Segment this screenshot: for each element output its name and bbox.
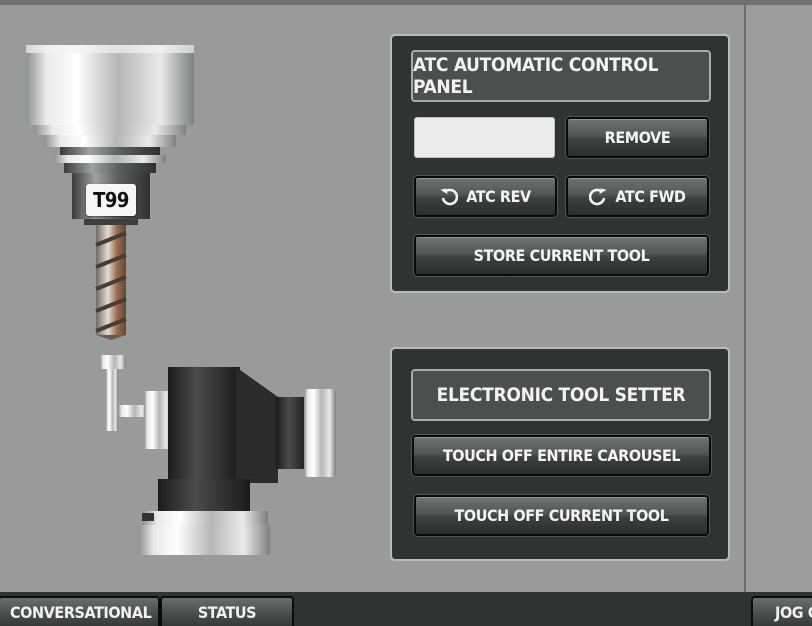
store-current-tool-button[interactable]: STORE CURRENT TOOL	[414, 235, 709, 276]
tab-conversational[interactable]: CONVERSATIONAL	[0, 596, 160, 626]
tab-jog-controls[interactable]: JOG CONTROLS	[751, 596, 812, 626]
rotate-ccw-icon	[440, 187, 459, 207]
atc-fwd-button[interactable]: ATC FWD	[566, 176, 709, 217]
tool-illustration: T99	[0, 5, 380, 592]
touch-off-current-label: TOUCH OFF CURRENT TOOL	[454, 506, 669, 525]
atc-rev-button[interactable]: ATC REV	[414, 176, 557, 217]
bottom-tab-bar: CONVERSATIONAL STATUS JOG CONTROLS	[0, 592, 812, 626]
store-current-tool-label: STORE CURRENT TOOL	[473, 246, 650, 265]
atc-fwd-label: ATC FWD	[615, 187, 686, 206]
atc-control-panel: ATC AUTOMATIC CONTROL PANEL REMOVE ATC R…	[390, 34, 730, 293]
atc-rev-label: ATC REV	[466, 187, 531, 206]
electronic-tool-setter-panel: ELECTRONIC TOOL SETTER TOUCH OFF ENTIRE …	[390, 347, 730, 561]
touch-off-carousel-label: TOUCH OFF ENTIRE CAROUSEL	[442, 446, 681, 465]
remove-button-label: REMOVE	[604, 128, 671, 147]
rotate-cw-icon	[589, 187, 608, 207]
tab-status-label: STATUS	[197, 602, 257, 622]
ets-panel-title: ELECTRONIC TOOL SETTER	[411, 369, 711, 421]
spindle-tool-setter-graphic	[26, 45, 336, 555]
tab-status[interactable]: STATUS	[160, 596, 294, 626]
tool-number-input[interactable]	[414, 117, 555, 158]
touch-off-entire-carousel-button[interactable]: TOUCH OFF ENTIRE CAROUSEL	[412, 435, 711, 476]
tab-conversational-label: CONVERSATIONAL	[10, 602, 152, 622]
remove-button[interactable]: REMOVE	[566, 117, 709, 158]
tool-number-label: T99	[86, 184, 136, 216]
touch-off-current-tool-button[interactable]: TOUCH OFF CURRENT TOOL	[414, 495, 709, 536]
tool-setter-graphic	[100, 355, 336, 555]
atc-panel-title: ATC AUTOMATIC CONTROL PANEL	[411, 50, 711, 102]
tab-jog-controls-label: JOG CONTROLS	[775, 602, 812, 622]
right-side-area	[746, 5, 812, 592]
